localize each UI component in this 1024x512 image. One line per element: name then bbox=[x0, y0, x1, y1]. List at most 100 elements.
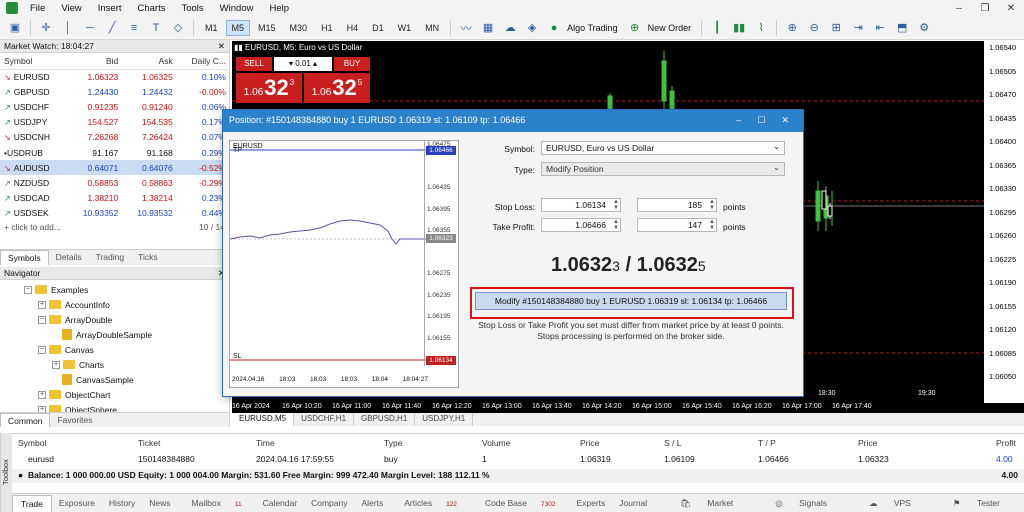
buy-button[interactable]: BUY bbox=[334, 57, 370, 71]
menu-window[interactable]: Window bbox=[212, 3, 262, 14]
candlestick-icon[interactable]: ▮▮ bbox=[730, 19, 748, 37]
column-daily-change[interactable]: Daily C... bbox=[176, 53, 230, 70]
table-row[interactable]: ↗ USDCAD 1.38210 1.38214 0.23% bbox=[0, 191, 230, 206]
column-bid[interactable]: Bid bbox=[67, 53, 123, 70]
chart-tab-usdchf-h1[interactable]: USDCHF,H1 bbox=[294, 413, 355, 426]
minimize-icon[interactable]: – bbox=[946, 3, 972, 14]
market-link[interactable]: 🛍 Market bbox=[666, 496, 747, 511]
timeframe-d1[interactable]: D1 bbox=[366, 20, 390, 36]
screenshot-icon[interactable]: ⬒ bbox=[893, 19, 911, 37]
bar-chart-icon[interactable]: ┃ bbox=[708, 19, 726, 37]
collapse-icon[interactable]: − bbox=[24, 285, 32, 294]
tab-experts[interactable]: Experts bbox=[569, 496, 612, 510]
timeframe-m5[interactable]: M5 bbox=[225, 19, 251, 36]
tile-windows-icon[interactable]: ⊞ bbox=[827, 19, 845, 37]
spinner-icon[interactable]: ▲ ▼ bbox=[613, 199, 619, 211]
tab-common[interactable]: Common bbox=[0, 413, 51, 427]
timeframe-h4[interactable]: H4 bbox=[341, 20, 365, 36]
column-header[interactable]: T / P bbox=[758, 438, 776, 448]
table-row[interactable]: ↗ USDJPY 154.527 154.535 0.17% bbox=[0, 115, 230, 130]
expand-icon[interactable]: + bbox=[38, 300, 46, 309]
table-row[interactable]: ↘ USDCNH 7.26268 7.26424 0.07% bbox=[0, 130, 230, 145]
chart-tab-gbpusd-h1[interactable]: GBPUSD,H1 bbox=[354, 413, 416, 426]
signals-link[interactable]: ◎ Signals bbox=[761, 496, 841, 511]
tree-item-examples[interactable]: − Examples bbox=[0, 282, 229, 297]
column-header[interactable]: Time bbox=[256, 438, 275, 448]
settings-icon[interactable]: ⚙ bbox=[915, 19, 933, 37]
collapse-icon[interactable]: − bbox=[38, 345, 46, 354]
column-header[interactable]: Price bbox=[858, 438, 877, 448]
tree-item-charts[interactable]: + Charts bbox=[0, 357, 229, 372]
tab-trading[interactable]: Trading bbox=[89, 250, 132, 265]
algo-trading-icon[interactable]: ● bbox=[545, 19, 563, 37]
menu-tools[interactable]: Tools bbox=[173, 3, 211, 14]
spinner-icon[interactable]: ▲ ▼ bbox=[709, 219, 715, 231]
symbol-select[interactable]: EURUSD, Euro vs US Dollar ⌄ bbox=[541, 141, 785, 155]
table-row[interactable]: ↘ EURUSD 1.06323 1.06325 0.10% bbox=[0, 69, 230, 84]
new-chart-icon[interactable]: ▣ bbox=[6, 19, 24, 37]
column-symbol[interactable]: Symbol bbox=[0, 53, 68, 70]
tester-link[interactable]: ⚑ Tester bbox=[939, 496, 1014, 511]
tab-exposure[interactable]: Exposure bbox=[52, 496, 102, 510]
add-symbol-input[interactable]: + click to add... bbox=[4, 222, 61, 232]
column-header[interactable]: Price bbox=[580, 438, 599, 448]
spinner-icon[interactable]: ▲ ▼ bbox=[613, 219, 619, 231]
column-header[interactable]: Type bbox=[384, 438, 402, 448]
tab-history[interactable]: History bbox=[102, 496, 142, 510]
table-row[interactable]: ↘ AUDUSD 0.64071 0.64076 -0.52% bbox=[0, 160, 230, 176]
tab-trade[interactable]: Trade bbox=[12, 494, 52, 512]
tree-item-canvassample[interactable]: CanvasSample bbox=[0, 372, 229, 387]
close-icon[interactable]: ✕ bbox=[218, 41, 225, 51]
price-axis[interactable]: 1.06540 1.06505 1.06470 1.06435 1.06400 1.063… bbox=[984, 41, 1024, 403]
sell-button[interactable]: SELL bbox=[236, 57, 272, 71]
table-row[interactable]: ↗ GBPUSD 1.24430 1.24432 -0.00% bbox=[0, 84, 230, 99]
table-row[interactable]: ↗ NZDUSD 0.58853 0.58863 -0.29% bbox=[0, 175, 230, 190]
close-icon[interactable]: ✕ bbox=[998, 3, 1024, 14]
tree-item-arraydoublesample[interactable]: ArrayDoubleSample bbox=[0, 327, 229, 342]
tab-journal[interactable]: Journal bbox=[612, 496, 654, 510]
menu-file[interactable]: File bbox=[22, 3, 53, 14]
tab-code-base[interactable]: Code Base 7302 bbox=[471, 496, 570, 510]
table-row[interactable]: ↗ USDSEK 10.93352 10.93532 0.44% bbox=[0, 206, 230, 221]
menu-help[interactable]: Help bbox=[261, 3, 297, 14]
chevron-up-icon[interactable]: ▴ bbox=[311, 59, 317, 68]
toolbox-side-label[interactable]: Toolbox bbox=[0, 433, 12, 512]
autoscroll-icon[interactable]: ⇥ bbox=[849, 19, 867, 37]
maximize-icon[interactable]: ☐ bbox=[757, 115, 765, 127]
bid-quote[interactable]: 1.06 32 3 bbox=[236, 73, 302, 103]
new-order-button[interactable]: New Order bbox=[648, 23, 692, 33]
trendline-icon[interactable]: ╱ bbox=[103, 19, 121, 37]
ask-quote[interactable]: 1.06 32 5 bbox=[304, 73, 370, 103]
table-row[interactable]: ↗ USDCHF 0.91235 0.91240 0.06% bbox=[0, 99, 230, 114]
crosshair-icon[interactable]: ✛ bbox=[37, 19, 55, 37]
vertical-line-icon[interactable]: │ bbox=[59, 19, 77, 37]
take-profit-input[interactable]: 1.06466 ▲ ▼ bbox=[541, 218, 621, 232]
timeframe-m1[interactable]: M1 bbox=[199, 20, 224, 36]
tab-details[interactable]: Details bbox=[49, 250, 89, 265]
chevron-down-icon[interactable]: ⌄ bbox=[773, 163, 780, 172]
tree-item-canvas[interactable]: − Canvas bbox=[0, 342, 229, 357]
menu-charts[interactable]: Charts bbox=[130, 3, 174, 14]
tab-mailbox[interactable]: Mailbox 11 bbox=[178, 496, 256, 510]
lot-size-input[interactable]: ▾ 0.01 ▴ bbox=[274, 57, 332, 71]
chart-tab-usdjpy-h1[interactable]: USDJPY,H1 bbox=[415, 413, 474, 426]
stop-loss-input[interactable]: 1.06134 ▲ ▼ bbox=[541, 198, 621, 212]
tab-symbols[interactable]: Symbols bbox=[0, 250, 49, 265]
vps-link[interactable]: ☁ VPS bbox=[855, 496, 925, 511]
tab-calendar[interactable]: Calendar bbox=[256, 496, 305, 510]
tab-articles[interactable]: Articles 122 bbox=[390, 496, 471, 510]
tab-alerts[interactable]: Alerts bbox=[354, 496, 390, 510]
column-header[interactable]: Profit bbox=[996, 438, 1016, 448]
tab-favorites[interactable]: Favorites bbox=[50, 413, 99, 427]
collapse-icon[interactable]: − bbox=[38, 315, 46, 324]
restore-icon[interactable]: ❐ bbox=[972, 3, 998, 14]
timeframe-mn[interactable]: MN bbox=[419, 20, 445, 36]
tree-item-arraydouble[interactable]: − ArrayDouble bbox=[0, 312, 229, 327]
indicators-icon[interactable]: 〰 bbox=[457, 19, 475, 37]
spinner-icon[interactable]: ▲ ▼ bbox=[709, 199, 715, 211]
table-row[interactable]: eurusd 150148384880 2024.04.16 17:59:55 buy… bbox=[12, 453, 1024, 467]
timeframe-w1[interactable]: W1 bbox=[392, 20, 418, 36]
column-ask[interactable]: Ask bbox=[122, 53, 177, 70]
minimize-icon[interactable]: – bbox=[736, 115, 741, 127]
zoom-in-icon[interactable]: ⊕ bbox=[783, 19, 801, 37]
